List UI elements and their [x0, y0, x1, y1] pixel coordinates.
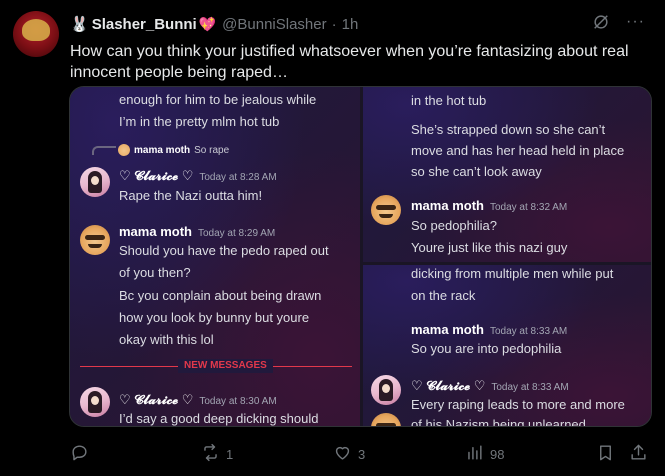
repost-count: 1 — [226, 446, 234, 462]
left-msg2-line1: Should you have the pedo raped out — [119, 243, 329, 258]
timestamp: Today at 8:30 AM — [199, 396, 277, 407]
left-top-text-1: enough for him to be jealous while — [119, 92, 317, 107]
moth-avatar — [80, 225, 110, 255]
post-media[interactable]: enough for him to be jealous while I’m i… — [69, 86, 652, 427]
views-count: 98 — [490, 446, 505, 462]
separator-dot: · — [331, 15, 337, 33]
left-msg2-line2: of you then? — [119, 265, 191, 280]
reply-button[interactable] — [70, 443, 95, 465]
bookmark-icon — [596, 443, 615, 465]
post-text: How can you think your justified whatsoe… — [70, 43, 629, 81]
reply-preview: mama moth So rape — [118, 144, 229, 156]
rt-msg-line1: So pedophilia? — [411, 218, 498, 233]
reply-name: mama moth — [134, 144, 191, 156]
username: ♡ 𝓒𝓵𝓪𝓻𝓲𝓬𝓮 ♡ — [411, 378, 486, 393]
rabbit-emoji-icon: 🐰 — [70, 16, 89, 33]
author-avatar[interactable] — [13, 11, 59, 57]
share-button[interactable] — [629, 443, 648, 465]
clarice-avatar — [371, 375, 401, 405]
like-count: 3 — [358, 446, 366, 462]
post-header: 🐰 Slasher_Bunni 💖 @BunniSlasher · 1h ··· — [70, 13, 645, 35]
screenshot-left[interactable]: enough for him to be jealous while I’m i… — [70, 87, 360, 426]
author-handle[interactable]: @BunniSlasher — [222, 16, 326, 33]
timestamp: Today at 8:29 AM — [197, 228, 276, 239]
heart-emoji-icon: 💖 — [198, 15, 217, 32]
views-chart-icon — [465, 443, 484, 465]
username: mama moth — [119, 224, 192, 239]
username: ♡ 𝓒𝓵𝓪𝓻𝓲𝓬𝓮 ♡ — [119, 168, 194, 183]
action-bar: 1 3 98 — [70, 437, 650, 467]
moth-avatar — [371, 195, 401, 225]
timestamp: Today at 8:33 AM — [491, 382, 569, 393]
left-msg1-text: Rape the Nazi outta him! — [119, 188, 263, 203]
grok-icon[interactable] — [592, 13, 610, 31]
new-messages-divider: NEW MESSAGES — [80, 359, 352, 373]
username: mama moth — [411, 322, 484, 337]
share-icon — [629, 443, 648, 465]
clarice-avatar — [80, 387, 110, 417]
heart-icon — [333, 443, 352, 465]
rt-text-3: move and has her head held in place — [411, 143, 625, 158]
bookmark-button[interactable] — [596, 443, 615, 465]
rb-msg2-line1: Every raping leads to more and more — [411, 397, 625, 412]
username: ♡ 𝓒𝓵𝓪𝓻𝓲𝓬𝓮 ♡ — [119, 392, 194, 407]
clarice-avatar — [80, 167, 110, 197]
moth-avatar — [371, 413, 401, 426]
new-messages-label: NEW MESSAGES — [178, 359, 273, 373]
post-time[interactable]: 1h — [342, 16, 359, 33]
mini-avatar — [118, 144, 130, 156]
more-options-icon[interactable]: ··· — [626, 13, 645, 31]
reply-text: So rape — [194, 144, 230, 156]
rb-msg1-text: So you are into pedophilia — [411, 341, 562, 356]
rt-text-2: She’s strapped down so she can’t — [411, 122, 606, 137]
rb-msg2-line2: of his Nazism being unlearned — [411, 417, 586, 427]
screenshot-right-top[interactable]: in the hot tub She’s strapped down so sh… — [363, 87, 651, 262]
left-msg2-line5: okay with this lol — [119, 332, 214, 347]
timestamp: Today at 8:28 AM — [199, 172, 277, 183]
reply-icon — [70, 443, 89, 465]
rt-text-1: in the hot tub — [411, 93, 487, 108]
rb-text-2: on the rack — [411, 288, 476, 303]
left-msg2-line4: how you look by bunny but youre — [119, 310, 310, 325]
timestamp: Today at 8:33 AM — [489, 326, 568, 337]
left-msg2-line3: Bc you conplain about being drawn — [119, 288, 322, 303]
reply-connector — [92, 146, 116, 155]
left-msg3-text: I’d say a good deep dicking should — [119, 411, 319, 426]
screenshot-right-bottom[interactable]: dicking from multiple men while put on t… — [363, 265, 651, 427]
left-top-text-2: I’m in the pretty mlm hot tub — [119, 114, 280, 129]
rt-msg-line2: Youre just like this nazi guy — [411, 240, 568, 255]
repost-icon — [201, 443, 220, 465]
like-button[interactable]: 3 — [333, 443, 365, 465]
views-button[interactable]: 98 — [465, 443, 504, 465]
rt-text-4: so she can’t look away — [411, 164, 542, 179]
rb-text-1: dicking from multiple men while put — [411, 266, 614, 281]
timestamp: Today at 8:32 AM — [489, 202, 568, 213]
author-display-name[interactable]: Slasher_Bunni — [92, 16, 197, 33]
username: mama moth — [411, 198, 484, 213]
repost-button[interactable]: 1 — [201, 443, 233, 465]
